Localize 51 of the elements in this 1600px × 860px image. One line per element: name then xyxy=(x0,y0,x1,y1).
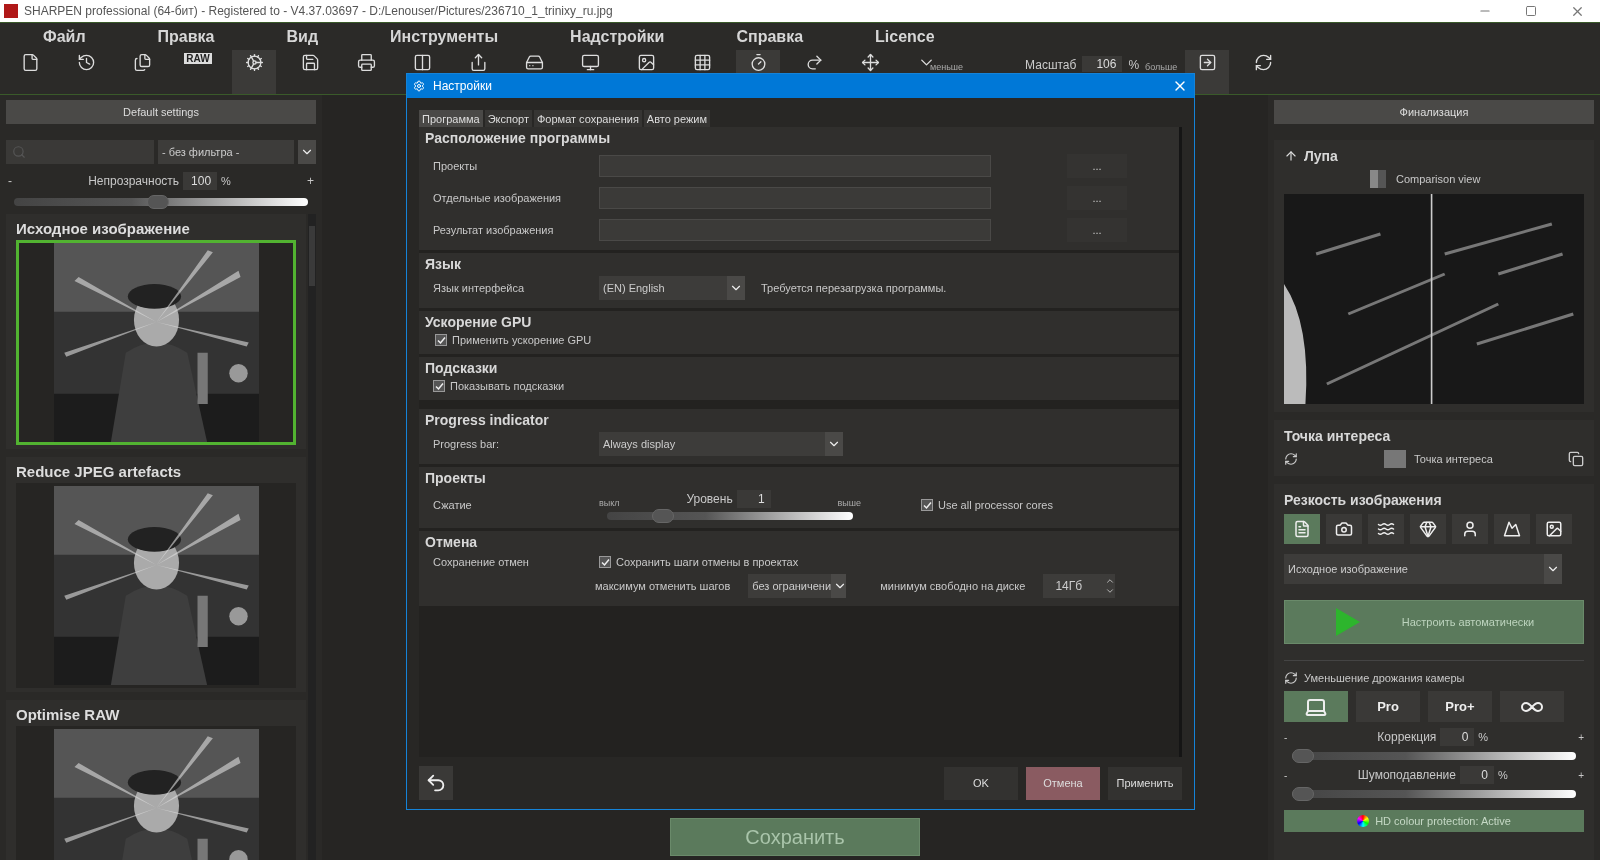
section-heading: Язык xyxy=(425,256,462,272)
preset-title: Optimise RAW xyxy=(16,706,121,723)
section-heading: Расположение программы xyxy=(425,130,612,146)
sharpness-title: Резкость изображения xyxy=(1284,492,1443,508)
section-heading: Подсказки xyxy=(425,360,499,376)
field-label: Отдельные изображения xyxy=(432,192,563,204)
field-label: Сжатие xyxy=(432,499,473,511)
max-label: выше xyxy=(837,498,861,508)
checkbox-label: Показывать подсказки xyxy=(450,380,565,392)
loupe-title: Лупа xyxy=(1304,148,1338,164)
checkbox-label: Сохранить шаги отмены в проектах xyxy=(616,556,799,568)
percent-label: % xyxy=(1497,769,1508,781)
slider-label: Шумоподавление xyxy=(1357,768,1456,782)
field-label: Язык интерфейса xyxy=(432,282,526,294)
preset-title: Исходное изображение xyxy=(16,220,191,237)
comparison-label: Comparison view xyxy=(1396,173,1481,185)
min-label: выкл xyxy=(599,498,620,508)
zoom-more-label: больше xyxy=(1145,62,1178,72)
minus-label: - xyxy=(1284,731,1288,743)
field-label: Проекты xyxy=(432,160,479,172)
minus-label: - xyxy=(8,174,12,188)
window-title: SHARPEN professional (64-бит) - Registered to - V4.37.03697 - D:/Lenouser/Pictures/236710_1_trinixy_ru.jpg xyxy=(24,4,614,18)
field-label: Progress bar: xyxy=(432,438,501,450)
preset-title: Reduce JPEG artefacts xyxy=(16,463,183,480)
plus-label: + xyxy=(306,174,314,188)
section-heading: Отмена xyxy=(425,534,479,550)
zoom-less-label: меньше xyxy=(930,62,964,72)
field-label: Результат изображения xyxy=(432,224,555,236)
section-heading: Проекты xyxy=(425,470,487,486)
percent-label: % xyxy=(1478,731,1489,743)
plus-label: + xyxy=(1578,769,1584,781)
level-label: Уровень xyxy=(686,492,733,506)
checkbox-label: Use all processor cores xyxy=(938,499,1053,511)
shake-title: Уменьшение дрожания камеры xyxy=(1304,672,1465,684)
minus-label: - xyxy=(1284,769,1288,781)
dialog-title: Настройки xyxy=(433,79,493,93)
poi-label: Точка интереса xyxy=(1414,453,1494,465)
field-label: максимум отменить шагов xyxy=(595,580,731,592)
restart-note: Требуется перезагрузка программы. xyxy=(761,282,947,294)
field-label: Сохранение отмен xyxy=(432,556,530,568)
checkbox-label: Применить ускорение GPU xyxy=(452,334,592,346)
field-label: минимум свободно на диске xyxy=(880,580,1026,592)
section-heading: Progress indicator xyxy=(425,412,550,428)
poi-title: Точка интереса xyxy=(1284,428,1392,444)
section-heading: Ускорение GPU xyxy=(425,314,533,330)
plus-label: + xyxy=(1578,731,1584,743)
zoom-unit: % xyxy=(1128,58,1140,72)
zoom-label: Масштаб xyxy=(1025,58,1077,72)
slider-label: Коррекция xyxy=(1377,730,1437,744)
percent-label: % xyxy=(221,175,231,187)
opacity-label: Непрозрачность xyxy=(88,174,180,188)
